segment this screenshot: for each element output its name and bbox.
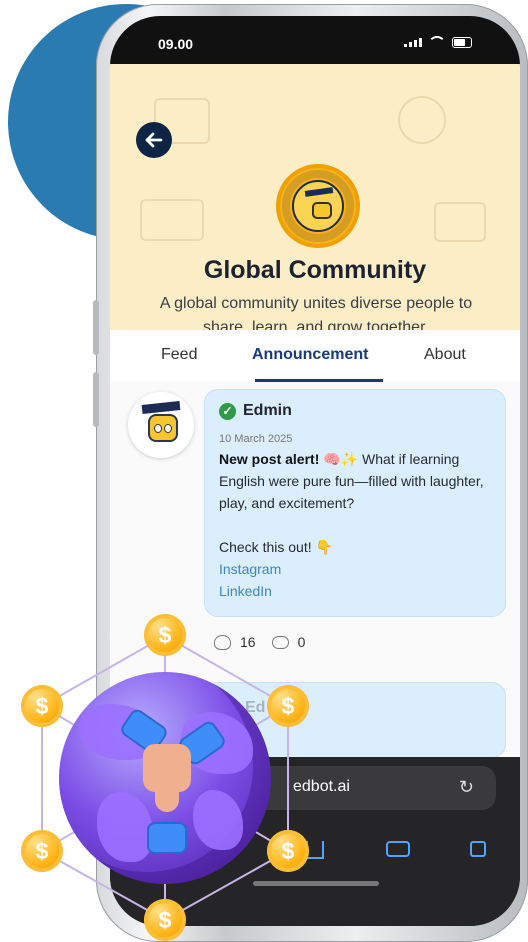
coin-icon: $: [267, 685, 309, 727]
status-icons: [404, 36, 472, 48]
back-arrow-icon: [145, 132, 163, 148]
robot-icon: [148, 414, 178, 442]
phone-side-button: [93, 372, 99, 427]
tabs-icon[interactable]: [470, 841, 486, 857]
bookmarks-icon[interactable]: [386, 841, 410, 857]
coin-icon: $: [144, 899, 186, 941]
coin-icon: $: [21, 830, 63, 872]
coin-icon: $: [267, 830, 309, 872]
coin-icon: $: [144, 614, 186, 656]
header-doodle: [140, 199, 204, 241]
coin-icon: $: [21, 685, 63, 727]
post-headline: New post alert!: [219, 451, 320, 467]
graduation-cap-icon: [141, 401, 181, 414]
header-doodle: [434, 202, 486, 242]
wifi-icon: [428, 36, 446, 48]
status-time: 09.00: [158, 36, 194, 52]
back-button[interactable]: [136, 122, 172, 158]
community-header: Global Community A global community unit…: [110, 64, 520, 336]
instagram-link[interactable]: Instagram: [219, 561, 281, 577]
header-doodle: [398, 96, 446, 144]
graduation-cap-icon: [304, 187, 334, 197]
community-logo: [276, 164, 360, 248]
battery-icon: [452, 36, 472, 48]
post-emoji: 🧠✨: [323, 451, 359, 467]
tab-feed[interactable]: Feed: [161, 346, 197, 364]
reload-icon[interactable]: ↻: [459, 777, 474, 798]
robot-icon: [312, 202, 332, 219]
status-bar: 09.00: [110, 16, 520, 64]
post-body: New post alert! 🧠✨ What if learning Engl…: [219, 448, 503, 602]
author-avatar[interactable]: [128, 392, 194, 458]
logo-badge: [292, 180, 344, 232]
author-name: Edmin: [243, 402, 292, 419]
globe-illustration: [59, 672, 271, 884]
phone-side-button: [93, 300, 99, 355]
globe-coin-network-illustration: $ $ $ $ $ $: [0, 614, 330, 942]
verified-icon: ✓: [219, 402, 236, 420]
post-date: 10 March 2025: [219, 433, 293, 445]
linkedin-link[interactable]: LinkedIn: [219, 583, 272, 599]
announcement-card[interactable]: ✓ Edmin 10 March 2025 New post alert! 🧠✨…: [204, 389, 506, 617]
post-author: ✓ Edmin: [219, 402, 292, 420]
community-title: Global Community: [203, 256, 427, 284]
signal-icon: [404, 37, 422, 47]
tab-announcement[interactable]: Announcement: [252, 346, 368, 364]
tab-about[interactable]: About: [424, 346, 466, 364]
post-cta: Check this out! 👇: [219, 539, 333, 555]
community-tabs: Feed Announcement About: [110, 330, 520, 382]
